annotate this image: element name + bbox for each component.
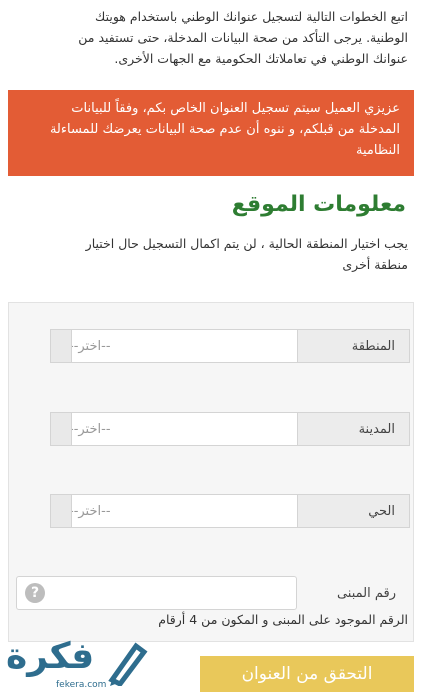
region-row: المنطقة --اختر--	[50, 329, 410, 363]
alert-line: النظامية	[356, 143, 400, 158]
intro-line: الوطنية. يرجى التأكد من صحة البيانات الم…	[78, 30, 408, 45]
city-placeholder: --اختر--	[69, 421, 111, 437]
logo-text: فكرة	[6, 636, 95, 677]
pen-icon	[108, 642, 148, 686]
building-number-input[interactable]: ?	[16, 576, 297, 610]
dropdown-handle-icon	[51, 330, 72, 362]
city-select[interactable]: --اختر--	[50, 412, 297, 446]
district-select[interactable]: --اختر--	[50, 494, 297, 528]
alert-line: عزيزي العميل سيتم تسجيل العنوان الخاص بك…	[71, 101, 400, 116]
intro-text: اتبع الخطوات التالية لتسجيل عنوانك الوطن…	[12, 6, 408, 69]
dropdown-handle-icon	[51, 495, 72, 527]
question-icon[interactable]: ?	[25, 583, 45, 603]
region-select[interactable]: --اختر--	[50, 329, 297, 363]
intro-line: اتبع الخطوات التالية لتسجيل عنوانك الوطن…	[95, 9, 408, 24]
section-title: معلومات الموقع	[231, 192, 406, 217]
alert-line: المدخلة من قبلكم، و ننوه أن عدم صحة البي…	[49, 122, 400, 137]
building-hint: الرقم الموجود على المبنى و المكون من 4 أ…	[158, 612, 408, 627]
district-row: الحي --اختر--	[50, 494, 410, 528]
note-line: منطقة أخرى	[342, 257, 408, 272]
district-placeholder: --اختر--	[69, 503, 111, 519]
district-label: الحي	[297, 494, 410, 528]
city-row: المدينة --اختر--	[50, 412, 410, 446]
building-label: رقم المبنى	[297, 576, 410, 610]
region-placeholder: --اختر--	[69, 338, 111, 354]
warning-alert: عزيزي العميل سيتم تسجيل العنوان الخاص بك…	[8, 90, 414, 176]
intro-line: عنوانك الوطني في تعاملاتك الحكومية مع ال…	[114, 51, 408, 66]
verify-address-button[interactable]: التحقق من العنوان	[200, 656, 414, 692]
site-logo: فكرة fekera.com	[6, 636, 156, 696]
building-row: رقم المبنى ?	[16, 576, 410, 610]
dropdown-handle-icon	[51, 413, 72, 445]
note-line: يجب اختيار المنطقة الحالية ، لن يتم اكما…	[85, 236, 408, 251]
city-label: المدينة	[297, 412, 410, 446]
logo-domain: fekera.com	[56, 680, 107, 690]
region-note: يجب اختيار المنطقة الحالية ، لن يتم اكما…	[12, 233, 408, 275]
region-label: المنطقة	[297, 329, 410, 363]
